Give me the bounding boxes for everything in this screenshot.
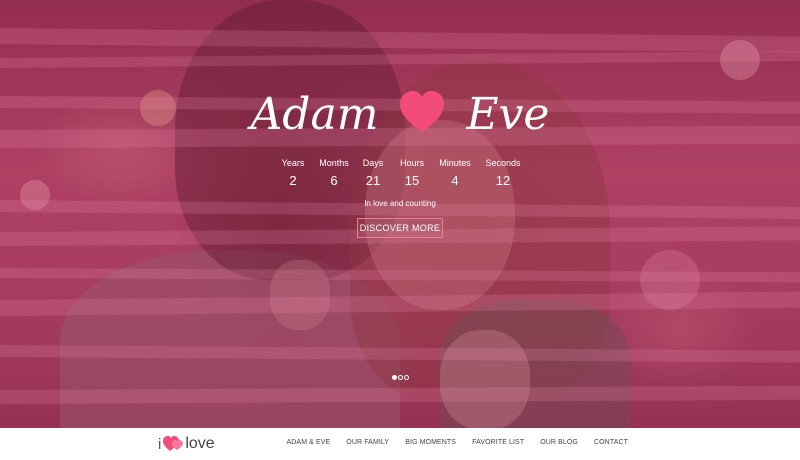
nav-item-adam-eve[interactable]: ADAM & EVE bbox=[287, 439, 331, 446]
nav-item-big-moments[interactable]: BIG MOMENTS bbox=[405, 439, 456, 446]
countdown-timer: Years 2 Months 6 Days 21 Hours 15 Minute… bbox=[273, 157, 533, 193]
countdown-days: Days 21 bbox=[362, 158, 384, 188]
nav-item-contact[interactable]: CONTACT bbox=[594, 439, 628, 446]
couple-title: Adam Eve bbox=[0, 88, 800, 142]
color-overlay bbox=[0, 0, 800, 428]
nav-item-our-blog[interactable]: OUR BLOG bbox=[540, 439, 578, 446]
discover-more-button[interactable]: DISCOVER MORE bbox=[357, 218, 443, 238]
slider-dot-3[interactable] bbox=[404, 375, 409, 380]
title-name-left: Adam bbox=[250, 89, 379, 140]
slider-dot-1[interactable] bbox=[392, 375, 397, 380]
hero-section: Adam Eve Years 2 Months 6 Days 21 Hours … bbox=[0, 0, 800, 428]
countdown-hours: Hours 15 bbox=[399, 158, 424, 188]
nav-menu: ADAM & EVE OUR FAMILY BIG MOMENTS FAVORI… bbox=[287, 439, 629, 446]
tagline: In love and counting bbox=[364, 199, 436, 208]
navbar: i love ADAM & EVE OUR FAMILY BIG MOMENTS… bbox=[0, 428, 800, 460]
slider-dot-2[interactable] bbox=[398, 375, 403, 380]
title-name-right: Eve bbox=[466, 89, 550, 140]
countdown-months: Months 6 bbox=[319, 158, 349, 188]
countdown-minutes: Minutes 4 bbox=[439, 158, 471, 188]
slider-dots bbox=[392, 375, 412, 381]
countdown-seconds: Seconds 12 bbox=[485, 158, 521, 188]
heart-icon bbox=[398, 90, 446, 134]
nav-item-favorite-list[interactable]: FAVORITE LIST bbox=[472, 439, 524, 446]
nav-item-our-family[interactable]: OUR FAMILY bbox=[346, 439, 389, 446]
brand-logo[interactable]: i love bbox=[158, 434, 215, 454]
countdown-years: Years 2 bbox=[281, 158, 305, 188]
heart-logo-icon bbox=[162, 435, 184, 453]
